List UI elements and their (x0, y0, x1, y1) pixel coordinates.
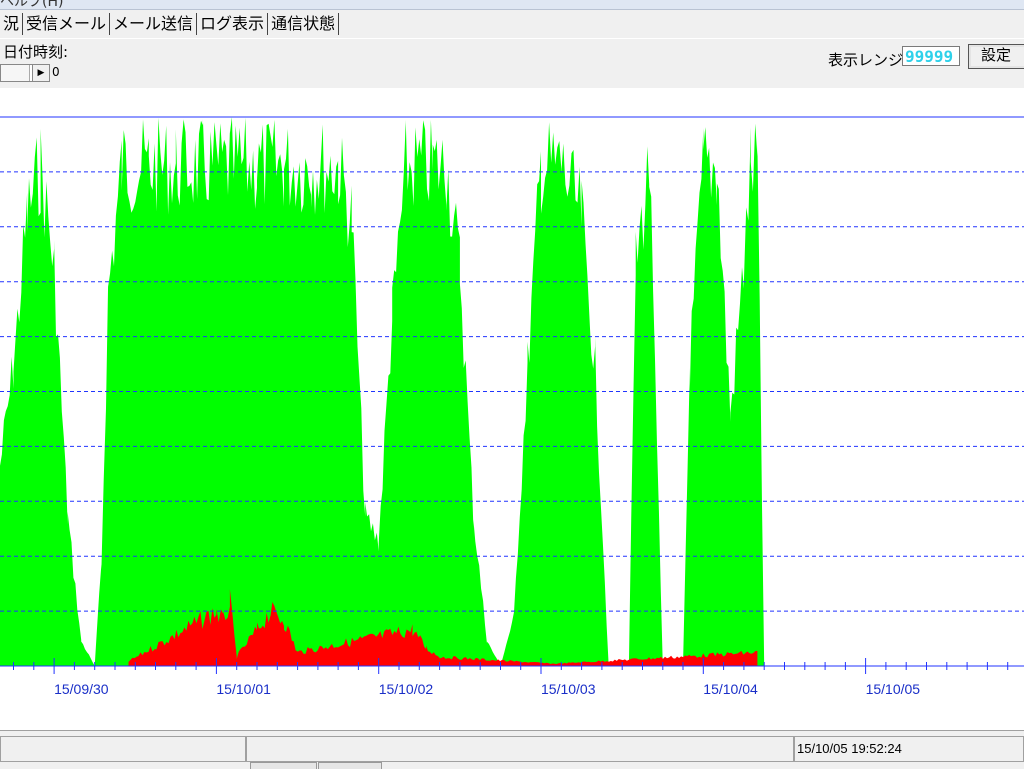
date-scrollbar[interactable]: ▶ (0, 64, 50, 82)
x-tick-label: 15/10/04 (703, 681, 758, 697)
x-tick-label: 15/09/30 (54, 681, 109, 697)
date-time-label: 日付時刻: (3, 43, 69, 61)
tab-send-mail[interactable]: メール送信 (110, 13, 198, 35)
window-title-bar: ヘルプ(H) (0, 0, 1024, 10)
status-panel-2 (246, 736, 794, 762)
traffic-chart: 15/09/30 15/10/01 15/10/02 15/10/03 15/10/04… (0, 88, 1024, 728)
window-title: ヘルプ(H) (0, 0, 64, 10)
display-range-label: 表示レンジ: (828, 51, 909, 69)
x-tick-label: 15/10/02 (379, 681, 434, 697)
status-panel-1 (0, 736, 246, 762)
display-range-input[interactable]: 99999 (902, 46, 960, 66)
x-tick-label: 15/10/03 (541, 681, 596, 697)
status-timestamp: 15/10/05 19:52:24 (794, 736, 1024, 762)
tab-received-mail[interactable]: 受信メール (23, 13, 111, 35)
right-arrow-icon[interactable]: ▶ (32, 65, 49, 81)
tab-connection-status[interactable]: 通信状態 (268, 13, 340, 35)
x-tick-label: 15/10/05 (866, 681, 921, 697)
set-button[interactable]: 設定 (968, 44, 1024, 69)
tab-log-view[interactable]: ログ表示 (197, 13, 269, 35)
scroll-thumb[interactable] (1, 65, 30, 81)
x-tick-label: 15/10/01 (216, 681, 271, 697)
status-bar: 15/10/05 19:52:24 (0, 730, 1024, 769)
tab-status[interactable]: 況 (0, 13, 24, 35)
scroll-value: 0 (52, 65, 60, 79)
tab-bar: 況 受信メール メール送信 ログ表示 通信状態 (0, 10, 1024, 38)
toolbar: 日付時刻: ▶ 0 表示レンジ: 99999 設定 (0, 38, 1024, 89)
